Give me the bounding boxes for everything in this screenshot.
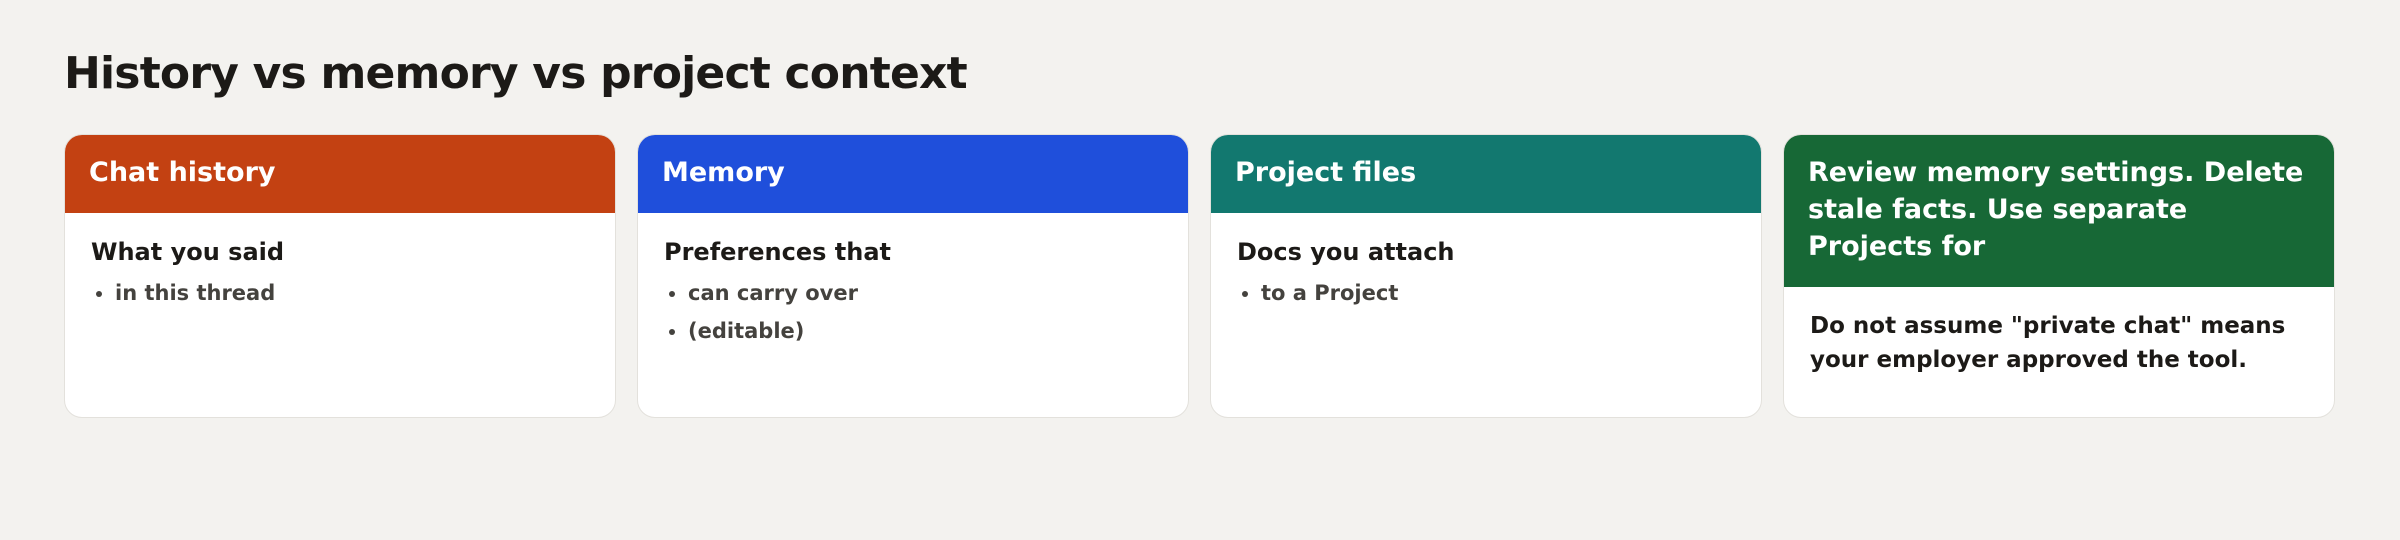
bullet-item: can carry over (688, 279, 1162, 307)
bullet-list: can carry over (editable) (664, 279, 1162, 345)
card-body: Preferences that can carry over (editabl… (638, 213, 1188, 345)
card-header: Chat history (65, 135, 615, 213)
card-project-files: Project files Docs you attach to a Proje… (1210, 134, 1762, 418)
bullet-list: to a Project (1237, 279, 1735, 307)
page-title: History vs memory vs project context (64, 48, 968, 99)
bullet-item: (editable) (688, 317, 1162, 345)
card-body: Do not assume "private chat" means your … (1784, 287, 2334, 377)
card-note: Do not assume "private chat" means your … (1810, 313, 2286, 373)
card-header: Review memory settings. Delete stale fac… (1784, 135, 2334, 287)
bullet-item: in this thread (115, 279, 589, 307)
card-body: Docs you attach to a Project (1211, 213, 1761, 307)
card-lead: Preferences that (664, 238, 891, 266)
card-lead: Docs you attach (1237, 238, 1455, 266)
card-chat-history: Chat history What you said in this threa… (64, 134, 616, 418)
card-lead: What you said (91, 238, 285, 266)
card-header: Project files (1211, 135, 1761, 213)
bullet-item: to a Project (1261, 279, 1735, 307)
card-body: What you said in this thread (65, 213, 615, 307)
comparison-cards: Chat history What you said in this threa… (64, 134, 2335, 418)
bullet-list: in this thread (91, 279, 589, 307)
card-memory: Memory Preferences that can carry over (… (637, 134, 1189, 418)
card-review-memory: Review memory settings. Delete stale fac… (1783, 134, 2335, 418)
card-header: Memory (638, 135, 1188, 213)
